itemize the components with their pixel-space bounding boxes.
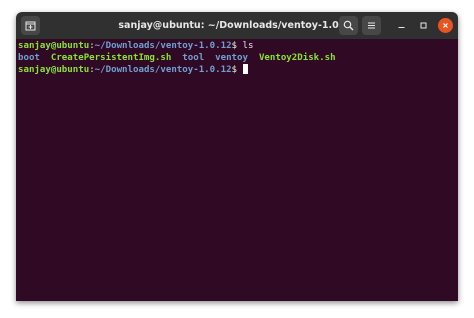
listing-directory: boot	[18, 52, 40, 63]
prompt-symbol: $	[231, 41, 243, 51]
menu-button[interactable]	[362, 16, 381, 35]
prompt-user-host: sanjay@ubuntu	[18, 65, 90, 75]
search-icon	[343, 20, 354, 31]
command-text: ls	[242, 41, 254, 51]
window-title: sanjay@ubuntu: ~/Downloads/ventoy-1.0.12	[118, 20, 356, 31]
terminal-line-listing: boot CreatePersistentImg.sh tool ventoy …	[18, 53, 456, 65]
prompt-path: ~/Downloads/ventoy-1.0.12	[94, 41, 232, 51]
search-button[interactable]	[339, 16, 358, 35]
close-icon	[443, 23, 448, 28]
prompt-path: ~/Downloads/ventoy-1.0.12	[94, 65, 232, 75]
terminal-line-command: sanjay@ubuntu:~/Downloads/ventoy-1.0.12$…	[18, 41, 456, 53]
prompt-user-host: sanjay@ubuntu	[18, 41, 90, 51]
maximize-icon	[420, 22, 427, 29]
new-tab-icon	[25, 21, 36, 31]
listing-directory: tool	[182, 52, 205, 63]
listing-directory: ventoy	[215, 52, 248, 63]
close-button[interactable]	[438, 18, 453, 33]
terminal-output[interactable]: sanjay@ubuntu:~/Downloads/ventoy-1.0.12$…	[16, 39, 458, 301]
terminal-window: sanjay@ubuntu: ~/Downloads/ventoy-1.0.12	[16, 12, 458, 301]
prompt-symbol: $	[231, 65, 243, 75]
listing-executable: CreatePersistentImg.sh	[50, 52, 172, 63]
terminal-line-prompt: sanjay@ubuntu:~/Downloads/ventoy-1.0.12$	[18, 64, 456, 76]
text-cursor	[242, 64, 248, 74]
maximize-button[interactable]	[416, 18, 431, 33]
listing-executable: Ventoy2Disk.sh	[258, 52, 336, 63]
minimize-icon	[398, 26, 405, 29]
title-bar[interactable]: sanjay@ubuntu: ~/Downloads/ventoy-1.0.12	[16, 12, 458, 39]
minimize-button[interactable]	[394, 18, 409, 33]
new-tab-button[interactable]	[21, 16, 40, 35]
hamburger-menu-icon	[368, 22, 375, 29]
